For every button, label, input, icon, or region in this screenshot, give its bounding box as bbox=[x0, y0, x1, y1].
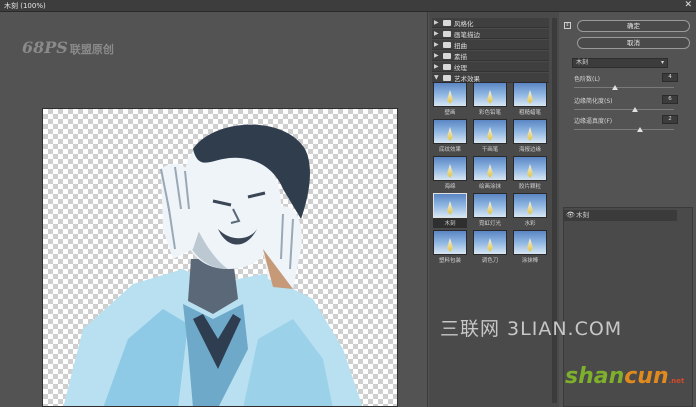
filter-gallery: ▶ 风格化 ▶ 画笔描边 ▶ 扭曲 ▶ 素描 ▶ 纹理 ▼ 艺术效果 壁画 彩色铅笔 粗糙蜡… bbox=[429, 12, 559, 407]
watermark-3lian: 三联网 3LIAN.COM bbox=[440, 318, 623, 340]
folder-brush-strokes[interactable]: ▶ 画笔描边 bbox=[432, 29, 549, 39]
edge-simplicity-slider-track[interactable] bbox=[574, 109, 674, 110]
folder-distort[interactable]: ▶ 扭曲 bbox=[432, 40, 549, 50]
eye-icon[interactable]: 👁 bbox=[566, 210, 575, 221]
window-titlebar: 木刻 (100%) ✕ bbox=[0, 0, 696, 12]
filter-thumb[interactable]: 彩色铅笔 bbox=[473, 82, 507, 117]
filter-select[interactable]: 木刻 ▾ bbox=[572, 58, 668, 68]
levels-slider-track[interactable] bbox=[574, 87, 674, 88]
chevron-right-icon: ▶ bbox=[434, 41, 439, 48]
filter-thumb[interactable]: 海绵 bbox=[433, 156, 467, 191]
preview-canvas[interactable] bbox=[42, 108, 398, 407]
filter-thumb[interactable]: 海报边缘 bbox=[513, 119, 547, 154]
effect-layer-row[interactable]: 👁 木刻 bbox=[564, 210, 677, 221]
filter-thumb[interactable]: 水彩 bbox=[513, 193, 547, 228]
folder-icon bbox=[443, 30, 451, 37]
folder-sketch[interactable]: ▶ 素描 bbox=[432, 51, 549, 61]
levels-slider-knob[interactable] bbox=[612, 85, 618, 90]
filter-thumb[interactable]: 粗糙蜡笔 bbox=[513, 82, 547, 117]
param-levels: 色阶数(L) 4 bbox=[574, 73, 690, 90]
chevron-right-icon: ▶ bbox=[434, 63, 439, 70]
chevron-right-icon: ▶ bbox=[434, 30, 439, 37]
edge-simplicity-input[interactable]: 6 bbox=[662, 95, 678, 104]
woodcut-portrait-image bbox=[63, 124, 363, 406]
collapse-gallery-icon[interactable]: ⇕ bbox=[564, 22, 571, 29]
logo: 68PS 联盟原创 bbox=[22, 38, 114, 57]
chevron-right-icon: ▶ bbox=[434, 52, 439, 59]
edge-simplicity-slider-knob[interactable] bbox=[632, 107, 638, 112]
filter-thumb[interactable]: 胶片颗粒 bbox=[513, 156, 547, 191]
settings-panel: ⇕ 确定 取消 木刻 ▾ 色阶数(L) 4 边缘简化度(S) 6 边缘逼真度(F… bbox=[560, 12, 696, 407]
folder-icon bbox=[443, 41, 451, 48]
folder-icon bbox=[443, 52, 451, 59]
filter-thumb[interactable]: 涂抹棒 bbox=[513, 230, 547, 265]
filter-thumb[interactable]: 干画笔 bbox=[473, 119, 507, 154]
watermark-shancun: shancun.net bbox=[565, 364, 685, 389]
param-edge-simplicity: 边缘简化度(S) 6 bbox=[574, 95, 690, 112]
filter-thumb[interactable]: 塑料包装 bbox=[433, 230, 467, 265]
edge-fidelity-slider-track[interactable] bbox=[574, 129, 674, 130]
levels-input[interactable]: 4 bbox=[662, 73, 678, 82]
filter-thumb[interactable]: 底纹效果 bbox=[433, 119, 467, 154]
param-edge-fidelity: 边缘逼真度(F) 2 bbox=[574, 115, 690, 132]
close-icon[interactable]: ✕ bbox=[684, 0, 692, 10]
gallery-scrollbar[interactable] bbox=[552, 18, 557, 403]
filter-thumb[interactable]: 调色刀 bbox=[473, 230, 507, 265]
window-title: 木刻 (100%) bbox=[4, 2, 46, 10]
folder-icon bbox=[443, 63, 451, 70]
edge-fidelity-input[interactable]: 2 bbox=[662, 115, 678, 124]
filter-thumb[interactable]: 绘画涂抹 bbox=[473, 156, 507, 191]
filter-thumb-selected[interactable]: 木刻 bbox=[433, 193, 467, 228]
folder-open-icon bbox=[443, 74, 451, 81]
chevron-down-icon: ▼ bbox=[434, 74, 439, 81]
edge-fidelity-slider-knob[interactable] bbox=[637, 127, 643, 132]
chevron-down-icon: ▾ bbox=[660, 59, 664, 66]
cancel-button[interactable]: 取消 bbox=[577, 37, 690, 49]
folder-icon bbox=[443, 19, 451, 26]
filter-thumb[interactable]: 霓虹灯光 bbox=[473, 193, 507, 228]
ok-button[interactable]: 确定 bbox=[577, 20, 690, 32]
folder-stylize[interactable]: ▶ 风格化 bbox=[432, 18, 549, 28]
folder-texture[interactable]: ▶ 纹理 bbox=[432, 62, 549, 72]
preview-area: 68PS 联盟原创 bbox=[0, 12, 428, 407]
filter-thumb[interactable]: 壁画 bbox=[433, 82, 467, 117]
chevron-right-icon: ▶ bbox=[434, 19, 439, 26]
